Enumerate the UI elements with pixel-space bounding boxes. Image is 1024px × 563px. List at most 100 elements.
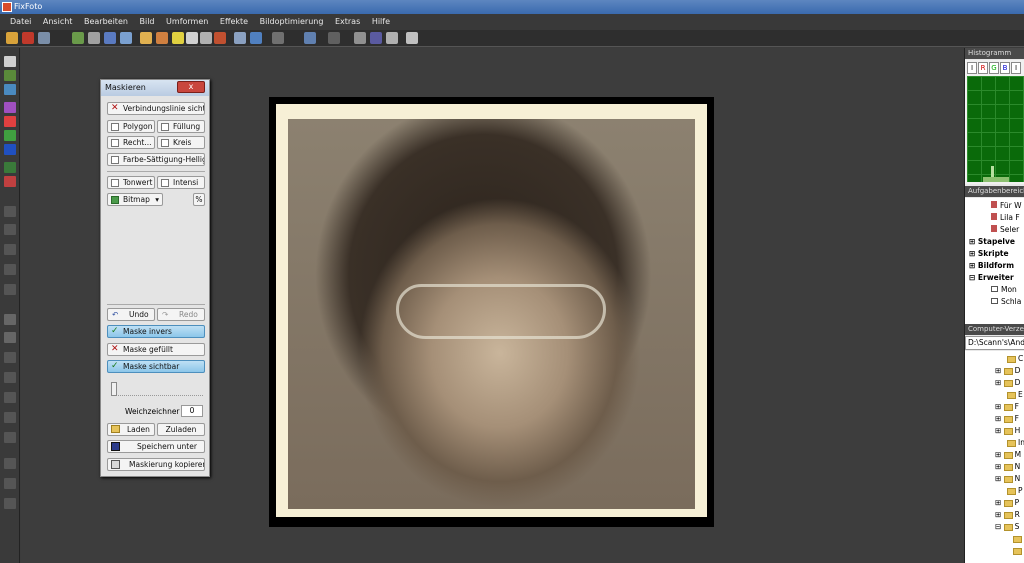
folder-item[interactable]: P (965, 485, 1024, 497)
tool-disabled-icon[interactable] (4, 352, 16, 363)
weichzeichner-slider[interactable] (111, 382, 203, 396)
tree-icon[interactable] (4, 70, 16, 81)
rechteck-button[interactable]: Recht... (107, 136, 155, 149)
settings-icon[interactable] (406, 32, 418, 44)
path-field[interactable]: D:\Scann's\And (965, 336, 1024, 350)
dialog-close-button[interactable]: x (177, 81, 205, 93)
tab-green[interactable]: G (989, 62, 999, 74)
task-item[interactable]: Seler (965, 224, 1024, 236)
tool-disabled-icon[interactable] (4, 244, 16, 255)
maskierung-kopieren-button[interactable]: Maskierung kopieren (107, 458, 205, 471)
folder-item[interactable]: E (965, 389, 1024, 401)
close-file-icon[interactable] (22, 32, 34, 44)
text-icon[interactable] (186, 32, 198, 44)
menu-bildoptimierung[interactable]: Bildoptimierung (260, 17, 324, 26)
menu-effekte[interactable]: Effekte (220, 17, 248, 26)
task-item[interactable]: Lila F (965, 212, 1024, 224)
folder-item[interactable]: ⊞ D (965, 365, 1024, 377)
select-icon[interactable] (156, 32, 168, 44)
folder-item[interactable]: C (965, 353, 1024, 365)
menu-datei[interactable]: Datei (10, 17, 31, 26)
zoom-icon[interactable] (250, 32, 262, 44)
crop-icon[interactable] (234, 32, 246, 44)
menu-ansicht[interactable]: Ansicht (43, 17, 73, 26)
tool-disabled-icon[interactable] (4, 264, 16, 275)
folder-item[interactable]: ⊞ M (965, 449, 1024, 461)
task-item[interactable]: Schla (965, 296, 1024, 308)
monitor-icon[interactable] (354, 32, 366, 44)
open-icon[interactable] (6, 32, 18, 44)
tool-disabled-icon[interactable] (4, 206, 16, 217)
kreis-button[interactable]: Kreis (157, 136, 205, 149)
print-icon[interactable] (88, 32, 100, 44)
verbindungslinie-button[interactable]: ✕ Verbindungslinie sichtbar (107, 102, 205, 115)
tool-icon[interactable] (72, 32, 84, 44)
camera-icon[interactable] (120, 32, 132, 44)
landscape-icon[interactable] (4, 84, 16, 95)
photo-canvas[interactable] (269, 97, 714, 527)
disk-icon[interactable] (370, 32, 382, 44)
redo-toolbar-icon[interactable] (328, 32, 340, 44)
bitmap-dropdown[interactable]: Bitmap ▾ (107, 193, 163, 206)
frame-icon[interactable] (200, 32, 212, 44)
folder-item[interactable]: ⊞ F (965, 413, 1024, 425)
undo-toolbar-icon[interactable] (304, 32, 316, 44)
tab-red[interactable]: R (978, 62, 988, 74)
task-group-stapel[interactable]: ⊞ Stapelve (965, 236, 1024, 248)
polygon-button[interactable]: Polygon (107, 120, 155, 133)
maske-invers-toggle[interactable]: ✓ Maske invers (107, 325, 205, 338)
menu-bild[interactable]: Bild (139, 17, 154, 26)
tool-disabled-icon[interactable] (4, 392, 16, 403)
task-item[interactable]: Für W (965, 200, 1024, 212)
maske-gefuellt-toggle[interactable]: ✕ Maske gefüllt (107, 343, 205, 356)
folder-item[interactable]: ⊞ F (965, 401, 1024, 413)
zuladen-button[interactable]: Zuladen (157, 423, 205, 436)
menu-extras[interactable]: Extras (335, 17, 360, 26)
fuellung-button[interactable]: Füllung (157, 120, 205, 133)
folder-item[interactable]: ⊟ S (965, 521, 1024, 533)
tool-disabled-icon[interactable] (4, 284, 16, 295)
undo-button[interactable]: ↶ Undo (107, 308, 155, 321)
task-group-bildform[interactable]: ⊞ Bildform (965, 260, 1024, 272)
intensitaet-button[interactable]: Intensi (157, 176, 205, 189)
tab-blue[interactable]: B (1000, 62, 1010, 74)
tonwert-button[interactable]: Tonwert (107, 176, 155, 189)
tool-disabled-icon[interactable] (4, 314, 16, 325)
tool-disabled-icon[interactable] (4, 432, 16, 443)
redo-button[interactable]: ↷ Redo (157, 308, 205, 321)
pencil-icon[interactable] (4, 176, 16, 187)
slider-handle[interactable] (111, 382, 117, 396)
color-wheel-icon[interactable] (4, 130, 16, 141)
farbe-saettigung-button[interactable]: Farbe-Sättigung-Hellig... (107, 153, 205, 166)
tool-disabled-icon[interactable] (4, 458, 16, 469)
folder-item[interactable]: ⊞ N (965, 473, 1024, 485)
task-group-erweitert[interactable]: ⊟ Erweiter (965, 272, 1024, 284)
palette-icon[interactable] (4, 102, 16, 113)
speichern-unter-button[interactable]: Speichern unter (107, 440, 205, 453)
curve-icon[interactable] (4, 162, 16, 173)
fit-icon[interactable] (272, 32, 284, 44)
folder-item[interactable]: ⊞ R (965, 509, 1024, 521)
tool-disabled-icon[interactable] (4, 224, 16, 235)
sparkle-icon[interactable] (4, 56, 16, 67)
percent-button[interactable]: % (193, 193, 205, 206)
folder-item[interactable] (965, 533, 1024, 545)
tab-extra[interactable]: I (1011, 62, 1021, 74)
tool-disabled-icon[interactable] (4, 478, 16, 489)
menu-umformen[interactable]: Umformen (166, 17, 208, 26)
tool-disabled-icon[interactable] (4, 372, 16, 383)
tab-intensity[interactable]: I (967, 62, 977, 74)
folder-item[interactable]: ⊞ H (965, 425, 1024, 437)
hand-icon[interactable] (140, 32, 152, 44)
levels-icon[interactable] (4, 116, 16, 127)
tool-disabled-icon[interactable] (4, 412, 16, 423)
tool-disabled-icon[interactable] (4, 498, 16, 509)
folder-item[interactable]: ⊞ N (965, 461, 1024, 473)
brush-icon[interactable] (214, 32, 226, 44)
save-icon[interactable] (38, 32, 50, 44)
folder-item[interactable]: ⊞ P (965, 497, 1024, 509)
menu-hilfe[interactable]: Hilfe (372, 17, 390, 26)
task-item[interactable]: Mon (965, 284, 1024, 296)
pc-icon[interactable] (4, 144, 16, 155)
scan-icon[interactable] (104, 32, 116, 44)
